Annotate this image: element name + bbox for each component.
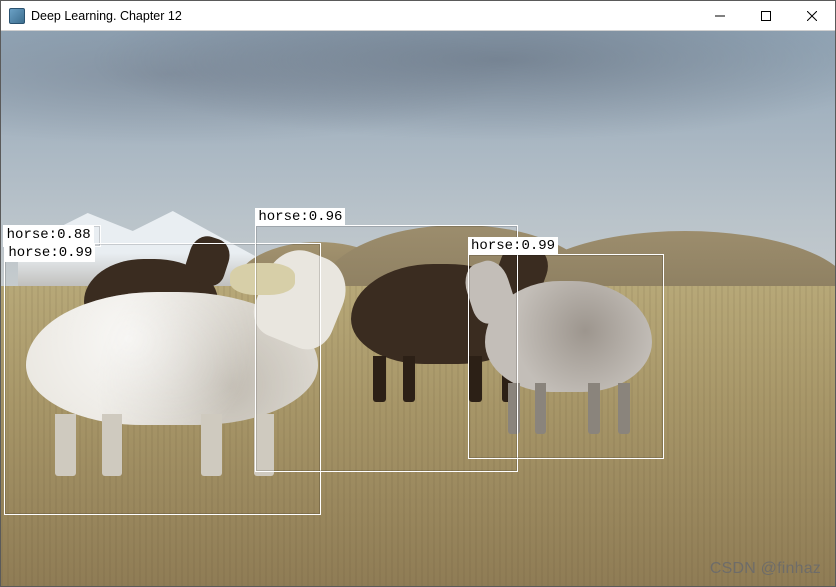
detection-label: horse:0.96 — [255, 208, 345, 226]
detection-box: horse:0.99 — [468, 254, 664, 459]
maximize-icon — [761, 11, 771, 21]
titlebar[interactable]: Deep Learning. Chapter 12 — [1, 1, 835, 31]
app-window: Deep Learning. Chapter 12 — [0, 0, 836, 587]
detection-label: horse:0.99 — [468, 237, 558, 255]
app-icon — [9, 8, 25, 24]
image-viewport: horse:0.88 horse:0.99 horse:0.96 horse:0… — [1, 31, 835, 586]
minimize-button[interactable] — [697, 1, 743, 31]
minimize-icon — [715, 11, 725, 21]
clouds — [1, 31, 835, 175]
maximize-button[interactable] — [743, 1, 789, 31]
detection-label: horse:0.99 — [5, 244, 95, 262]
window-title: Deep Learning. Chapter 12 — [31, 9, 190, 23]
close-button[interactable] — [789, 1, 835, 31]
close-icon — [807, 11, 817, 21]
detection-label: horse:0.88 — [4, 226, 94, 244]
